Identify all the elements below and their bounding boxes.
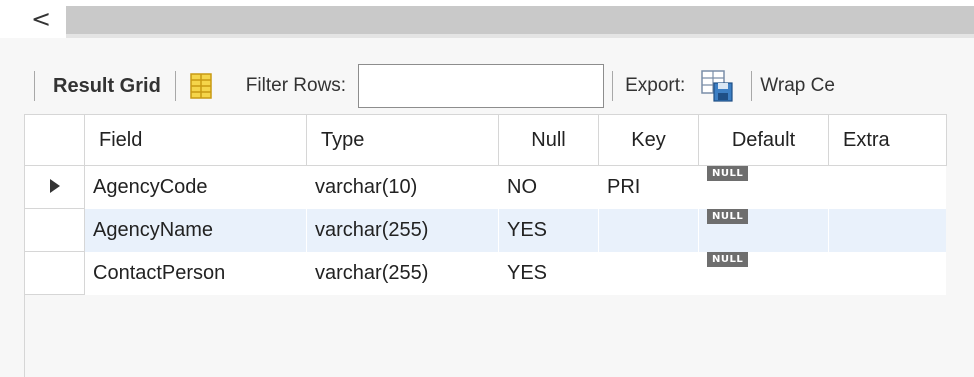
cell-field[interactable]: AgencyCode bbox=[85, 166, 307, 209]
result-grid-tab[interactable]: Result Grid bbox=[43, 75, 167, 98]
wrap-cell-content-option[interactable]: Wrap Ce bbox=[760, 75, 850, 97]
column-header-field[interactable]: Field bbox=[84, 114, 307, 166]
cell-null[interactable]: NO bbox=[499, 166, 599, 209]
column-header-default[interactable]: Default bbox=[698, 114, 829, 166]
result-grid: Field Type Null Key Default Extra Agency… bbox=[24, 114, 947, 295]
row-marker-header bbox=[24, 114, 85, 166]
filter-rows-input[interactable] bbox=[358, 64, 605, 108]
null-badge: NULL bbox=[707, 208, 749, 224]
filter-rows-label: Filter Rows: bbox=[245, 75, 347, 96]
column-header-key[interactable]: Key bbox=[598, 114, 699, 166]
toolbar-separator bbox=[612, 71, 614, 101]
cell-field[interactable]: AgencyName bbox=[84, 208, 307, 252]
cell-field[interactable]: ContactPerson bbox=[85, 252, 307, 295]
cell-extra[interactable] bbox=[829, 252, 947, 295]
column-header-extra[interactable]: Extra bbox=[828, 114, 947, 166]
cell-key[interactable]: PRI bbox=[599, 166, 699, 209]
row-marker[interactable] bbox=[24, 208, 85, 252]
cell-default[interactable]: NULL bbox=[699, 251, 829, 295]
scroll-track-edge bbox=[66, 34, 974, 38]
cell-null[interactable]: YES bbox=[498, 208, 599, 252]
table-header-row: Field Type Null Key Default Extra bbox=[24, 114, 947, 166]
cell-key[interactable] bbox=[599, 252, 699, 295]
cell-default[interactable]: NULL bbox=[698, 208, 829, 252]
result-toolbar: Result Grid Filter Rows: Export: Wrap Ce bbox=[26, 58, 974, 114]
row-marker[interactable] bbox=[24, 251, 85, 295]
horizontal-scrollbar[interactable]: < bbox=[0, 0, 974, 38]
grid-left-border bbox=[24, 290, 25, 377]
current-row-arrow-icon bbox=[49, 178, 60, 193]
table-row[interactable]: AgencyName varchar(255) YES NULL bbox=[24, 208, 947, 252]
export-label: Export: bbox=[625, 75, 686, 96]
result-grid-panel: < Result Grid Filter Rows: Export: Wrap … bbox=[0, 0, 974, 377]
cell-type[interactable]: varchar(255) bbox=[307, 252, 499, 295]
toolbar-separator bbox=[174, 71, 176, 101]
cell-extra[interactable] bbox=[828, 208, 947, 252]
cell-key[interactable] bbox=[598, 208, 699, 252]
toolbar-separator bbox=[34, 71, 35, 101]
export-icon[interactable] bbox=[699, 68, 735, 104]
grid-view-icon[interactable] bbox=[188, 72, 214, 100]
cell-extra[interactable] bbox=[829, 166, 947, 209]
result-table: Field Type Null Key Default Extra Agency… bbox=[24, 114, 947, 295]
cell-default[interactable]: NULL bbox=[699, 165, 829, 209]
column-header-type[interactable]: Type bbox=[306, 114, 499, 166]
scroll-left-button[interactable]: < bbox=[28, 4, 54, 34]
column-header-null[interactable]: Null bbox=[498, 114, 599, 166]
table-row[interactable]: ContactPerson varchar(255) YES NULL bbox=[24, 251, 947, 295]
table-row[interactable]: AgencyCode varchar(10) NO PRI NULL bbox=[24, 165, 947, 209]
null-badge: NULL bbox=[707, 251, 749, 267]
row-marker[interactable] bbox=[24, 165, 85, 209]
cell-type[interactable]: varchar(10) bbox=[307, 166, 499, 209]
cell-type[interactable]: varchar(255) bbox=[306, 208, 499, 252]
scroll-track[interactable] bbox=[66, 6, 974, 34]
null-badge: NULL bbox=[707, 165, 749, 181]
cell-null[interactable]: YES bbox=[499, 252, 599, 295]
toolbar-separator bbox=[751, 71, 753, 101]
